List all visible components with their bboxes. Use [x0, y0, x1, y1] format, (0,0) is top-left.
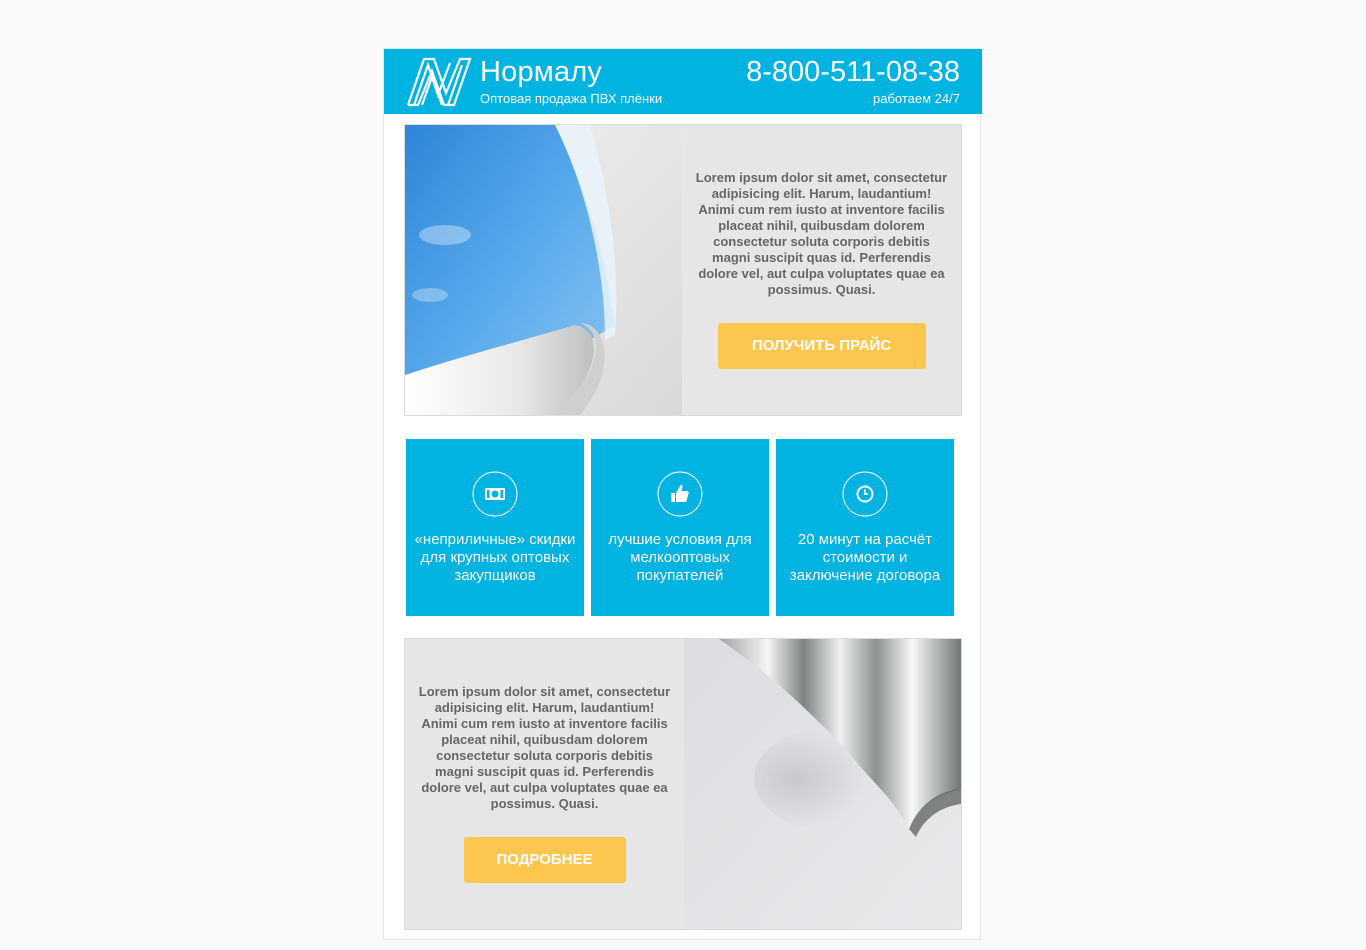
silver-film-curl-image: [684, 639, 961, 929]
blue-pvc-film-curl-image: [405, 125, 682, 415]
header: Нормалу Оптовая продажа ПВХ плёнки 8-800…: [384, 49, 982, 114]
promo-top: Lorem ipsum dolor sit amet, consectetur …: [404, 124, 962, 416]
money-icon: [472, 471, 518, 517]
feature-conditions-text: лучшие условия для мелкооптовых покупате…: [608, 531, 752, 584]
thumbs-up-icon: [657, 471, 703, 517]
brand-tagline: Оптовая продажа ПВХ плёнки: [480, 91, 663, 106]
promo-top-content: Lorem ipsum dolor sit amet, consectetur …: [682, 125, 961, 415]
feature-conditions: лучшие условия для мелкооптовых покупате…: [591, 439, 769, 616]
more-details-button[interactable]: ПОДРОБНЕЕ: [463, 837, 626, 883]
promo-top-text: Lorem ipsum dolor sit amet, consectetur …: [695, 170, 948, 297]
feature-discounts: «неприличные» скидки для крупных оптовых…: [406, 439, 584, 616]
promo-bottom-content: Lorem ipsum dolor sit amet, consectetur …: [405, 639, 684, 929]
logo-icon: [406, 57, 472, 107]
features-row: «неприличные» скидки для крупных оптовых…: [406, 439, 962, 616]
email-page: Нормалу Оптовая продажа ПВХ плёнки 8-800…: [383, 48, 982, 940]
feature-speed-text: 20 минут на расчёт стоимости и заключени…: [789, 531, 941, 584]
clock-icon: [842, 471, 888, 517]
brand-name[interactable]: Нормалу: [480, 55, 602, 89]
phone-number[interactable]: 8-800-511-08-38: [746, 54, 960, 90]
get-price-button[interactable]: ПОЛУЧИТЬ ПРАЙС: [717, 323, 926, 369]
feature-discounts-text: «неприличные» скидки для крупных оптовых…: [414, 531, 576, 584]
working-hours: работаем 24/7: [873, 91, 960, 106]
promo-bottom-text: Lorem ipsum dolor sit amet, consectetur …: [418, 684, 671, 811]
promo-bottom: Lorem ipsum dolor sit amet, consectetur …: [404, 638, 962, 930]
feature-speed: 20 минут на расчёт стоимости и заключени…: [776, 439, 954, 616]
